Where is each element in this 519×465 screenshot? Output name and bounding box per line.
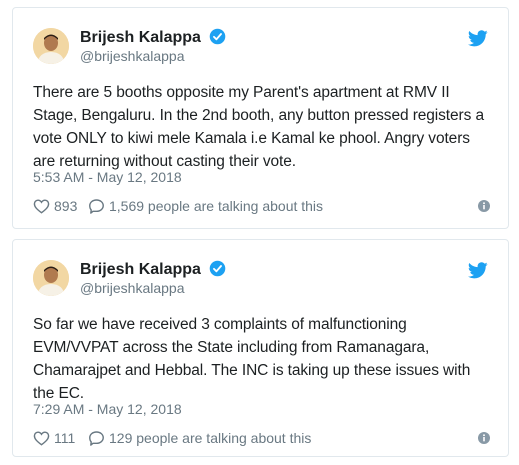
verified-badge-icon xyxy=(210,260,226,277)
avatar[interactable] xyxy=(33,260,69,296)
reply-action[interactable]: 129 people are talking about this xyxy=(88,429,311,447)
heart-icon xyxy=(33,199,50,214)
reply-action[interactable]: 1,569 people are talking about this xyxy=(88,197,323,215)
speech-bubble-icon xyxy=(89,431,104,446)
tweet-card-2[interactable]: Brijesh Kalappa @brijeshkalappa So far w… xyxy=(12,239,509,457)
tweet-timestamp[interactable]: 5:53 AM - May 12, 2018 xyxy=(33,168,182,186)
twitter-bird-icon[interactable] xyxy=(468,30,488,47)
info-icon[interactable] xyxy=(478,200,490,212)
tweet-header: Brijesh Kalappa @brijeshkalappa xyxy=(33,258,488,300)
author-name[interactable]: Brijesh Kalappa xyxy=(80,260,226,280)
talking-text: 1,569 people are talking about this xyxy=(109,198,324,214)
author-name-text[interactable]: Brijesh Kalappa xyxy=(80,261,201,278)
talking-text: 129 people are talking about this xyxy=(109,430,312,446)
info-icon[interactable] xyxy=(478,432,490,444)
like-count: 111 xyxy=(54,430,76,446)
tweet-actions: 893 1,569 people are talking about this xyxy=(33,197,490,219)
speech-bubble-icon xyxy=(89,199,104,214)
tweet-header: Brijesh Kalappa @brijeshkalappa xyxy=(33,26,488,68)
tweet-text: There are 5 booths opposite my Parent's … xyxy=(33,84,484,170)
tweet-timestamp[interactable]: 7:29 AM - May 12, 2018 xyxy=(33,400,182,418)
author-name[interactable]: Brijesh Kalappa xyxy=(80,28,226,48)
twitter-bird-icon[interactable] xyxy=(468,262,488,279)
tweet-card-1[interactable]: Brijesh Kalappa @brijeshkalappa There ar… xyxy=(12,7,509,229)
heart-icon xyxy=(33,431,50,446)
author-handle[interactable]: @brijeshkalappa xyxy=(80,279,185,297)
author-handle[interactable]: @brijeshkalappa xyxy=(80,47,185,65)
tweet-actions: 111 129 people are talking about this xyxy=(33,429,490,451)
verified-badge-icon xyxy=(210,28,226,45)
like-action[interactable]: 893 xyxy=(33,197,77,215)
avatar[interactable] xyxy=(33,28,69,64)
tweet-text: So far we have received 3 complaints of … xyxy=(33,316,471,402)
like-count: 893 xyxy=(54,198,78,214)
author-name-text[interactable]: Brijesh Kalappa xyxy=(80,29,201,46)
like-action[interactable]: 111 xyxy=(33,429,75,447)
